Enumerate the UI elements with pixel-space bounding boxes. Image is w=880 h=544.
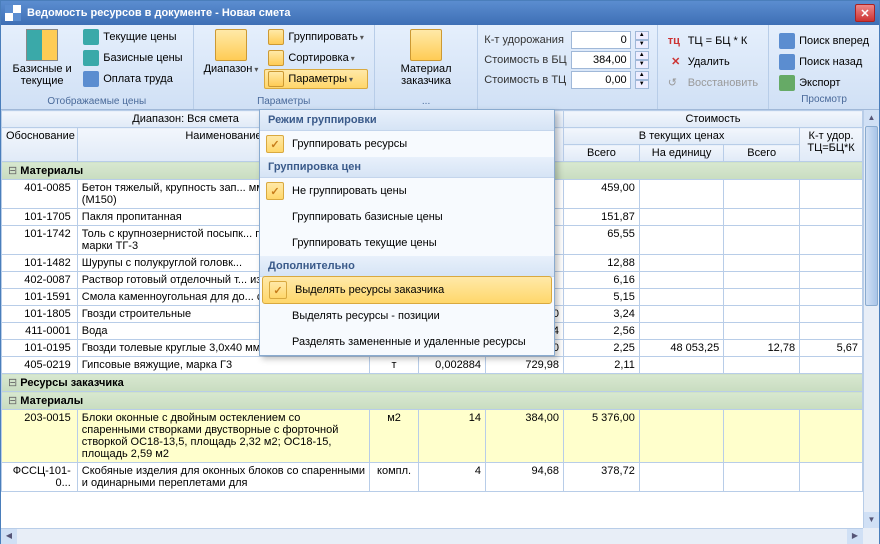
range-icon — [215, 29, 247, 61]
window-title: Ведомость ресурсов в документе - Новая с… — [27, 7, 290, 19]
labor-pay-button[interactable]: Оплата труда — [79, 69, 186, 89]
search-forward-button[interactable]: Поиск вперед — [775, 31, 873, 51]
group-label: Просмотр — [775, 93, 873, 107]
scroll-down-icon[interactable]: ▼ — [864, 512, 879, 528]
menu-section: Режим группировки — [260, 110, 554, 131]
group-label: Отображаемые цены — [7, 95, 187, 109]
k-label: К-т удорожания — [484, 34, 566, 46]
bc-label: Стоимость в БЦ — [484, 54, 566, 66]
close-button[interactable]: ✕ — [855, 4, 875, 22]
sort-icon — [268, 50, 284, 66]
col-header: В текущих ценах — [564, 128, 800, 145]
tc-input[interactable] — [571, 71, 631, 89]
formula-icon: тц — [668, 33, 684, 49]
sort-button[interactable]: Сортировка — [264, 48, 368, 68]
bc-input[interactable] — [571, 51, 631, 69]
search-back-button[interactable]: Поиск назад — [775, 52, 873, 72]
search-icon — [779, 54, 795, 70]
restore-icon: ↺ — [668, 75, 684, 91]
table-icon — [26, 29, 58, 61]
ribbon: Базисные и текущие Текущие цены Базисные… — [1, 25, 879, 110]
col-header: Обоснование — [2, 128, 78, 162]
k-spinner[interactable]: ▲▼ — [635, 31, 649, 49]
group-label: Параметры — [200, 95, 368, 109]
col-header: Всего — [564, 145, 640, 162]
price-icon — [83, 50, 99, 66]
col-header: К-т удор. ТЦ=БЦ*К — [800, 128, 863, 162]
menu-item-group-current-prices[interactable]: Группировать текущие цены — [260, 230, 554, 256]
delete-button[interactable]: ✕Удалить — [664, 52, 762, 72]
bc-spinner[interactable]: ▲▼ — [635, 51, 649, 69]
customer-material-button[interactable]: Материал заказчика — [381, 27, 471, 89]
scroll-right-icon[interactable]: ▶ — [847, 529, 863, 544]
k-input[interactable] — [571, 31, 631, 49]
group-row[interactable]: Материалы — [2, 392, 863, 410]
menu-item-highlight-customer[interactable]: ✓Выделять ресурсы заказчика — [262, 276, 552, 304]
col-header: Всего — [724, 145, 800, 162]
labor-icon — [83, 71, 99, 87]
price-icon — [83, 29, 99, 45]
menu-item-group-base-prices[interactable]: Группировать базисные цены — [260, 204, 554, 230]
horizontal-scrollbar[interactable]: ◀ ▶ — [1, 528, 863, 544]
group-icon — [268, 29, 284, 45]
table-row[interactable]: ФССЦ-101-0...Скобяные изделия для оконны… — [2, 463, 863, 492]
base-current-button[interactable]: Базисные и текущие — [7, 27, 77, 89]
restore-button[interactable]: ↺Восстановить — [664, 73, 762, 93]
group-label: ... — [381, 95, 471, 109]
tc-spinner[interactable]: ▲▼ — [635, 71, 649, 89]
group-row[interactable]: Ресурсы заказчика — [2, 374, 863, 392]
parameters-menu: Режим группировки ✓Группировать ресурсы … — [259, 109, 555, 356]
export-button[interactable]: Экспорт — [775, 73, 873, 93]
params-icon — [268, 71, 284, 87]
app-icon — [5, 5, 21, 21]
menu-item-no-group-prices[interactable]: ✓Не группировать цены — [260, 178, 554, 204]
search-icon — [779, 33, 795, 49]
scroll-up-icon[interactable]: ▲ — [864, 110, 879, 126]
menu-section: Дополнительно — [260, 256, 554, 277]
parameters-button[interactable]: Параметры — [264, 69, 368, 89]
current-prices-button[interactable]: Текущие цены — [79, 27, 186, 47]
material-icon — [410, 29, 442, 61]
delete-icon: ✕ — [668, 54, 684, 70]
tc-formula-button[interactable]: тцТЦ = БЦ * К — [664, 31, 762, 51]
export-icon — [779, 75, 795, 91]
menu-section: Группировка цен — [260, 157, 554, 178]
col-header: На единицу — [639, 145, 723, 162]
table-row[interactable]: 405-0219Гипсовые вяжущие, марка Г3т0,002… — [2, 357, 863, 374]
menu-item-group-resources[interactable]: ✓Группировать ресурсы — [260, 131, 554, 157]
tc-label: Стоимость в ТЦ — [484, 74, 566, 86]
titlebar[interactable]: Ведомость ресурсов в документе - Новая с… — [1, 1, 879, 25]
base-prices-button[interactable]: Базисные цены — [79, 48, 186, 68]
vertical-scrollbar[interactable]: ▲ ▼ — [863, 110, 879, 528]
table-row[interactable]: 203-0015Блоки оконные с двойным остеклен… — [2, 410, 863, 463]
group-button[interactable]: Группировать — [264, 27, 368, 47]
range-button[interactable]: Диапазон — [200, 27, 263, 78]
scroll-left-icon[interactable]: ◀ — [1, 529, 17, 544]
scroll-thumb[interactable] — [865, 126, 878, 306]
menu-item-split-replaced[interactable]: Разделять замененные и удаленные ресурсы — [260, 329, 554, 355]
menu-item-highlight-positions[interactable]: Выделять ресурсы - позиции — [260, 303, 554, 329]
col-header: Стоимость — [564, 111, 863, 128]
